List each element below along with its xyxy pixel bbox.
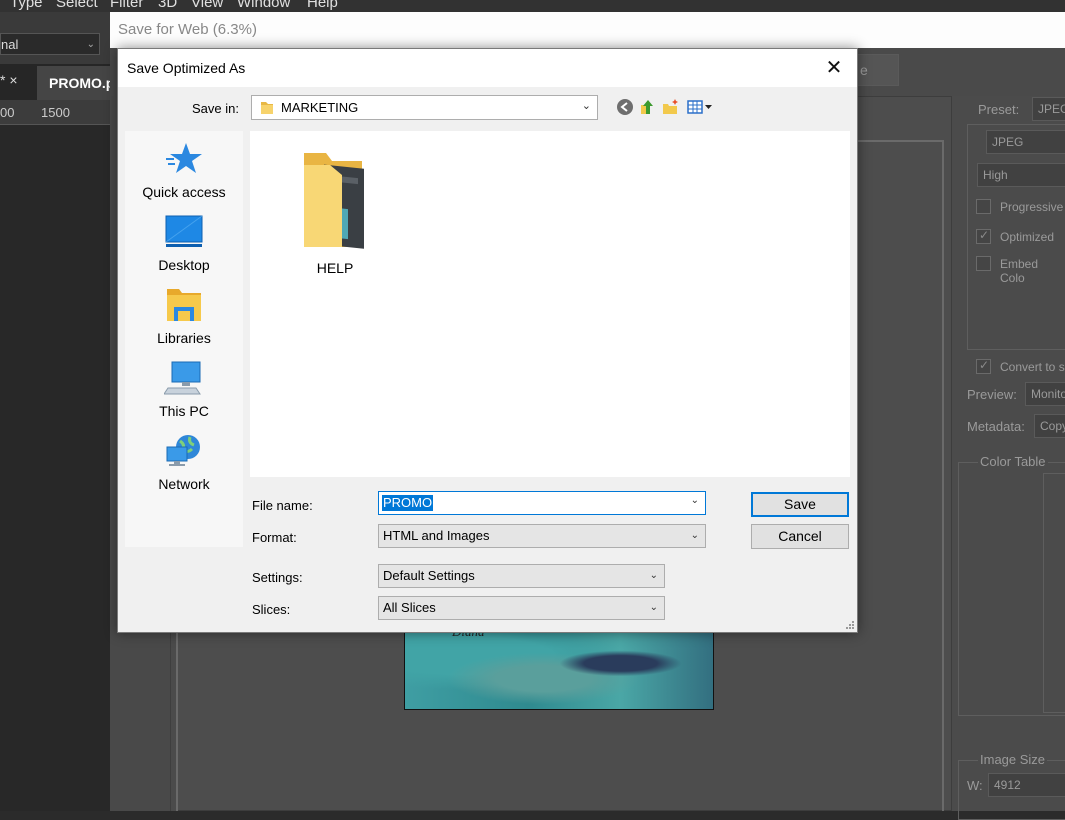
settings-select[interactable]: Default Settings ⌄ — [378, 564, 665, 588]
blend-mode-select[interactable]: nal ⌄ — [0, 33, 100, 55]
place-libraries[interactable]: Libraries — [125, 287, 243, 346]
tab-close-icon[interactable]: * × — [0, 72, 18, 88]
convert-label: Convert to s — [1000, 360, 1065, 374]
save-in-select[interactable]: MARKETING ⌄ — [251, 95, 598, 120]
blend-mode-value: nal — [1, 37, 19, 52]
save-in-label: Save in: — [192, 101, 239, 116]
place-label: This PC — [159, 403, 209, 419]
progressive-checkbox[interactable] — [976, 199, 991, 214]
file-list[interactable]: HELP — [250, 131, 850, 477]
ruler-label: 1500 — [41, 105, 70, 120]
place-network[interactable]: Network — [125, 433, 243, 492]
preview-select[interactable]: Monito — [1025, 382, 1065, 406]
optimized-label: Optimized — [1000, 230, 1055, 244]
dialog-titlebar: Save Optimized As ✕ — [118, 49, 857, 87]
preview-label: Preview: — [967, 387, 1017, 402]
preview-image — [404, 632, 714, 710]
settings-label: Settings: — [252, 570, 303, 585]
metadata-select[interactable]: Copy — [1034, 414, 1065, 438]
chevron-down-icon: ⌄ — [86, 39, 95, 50]
list-item-help-folder[interactable]: HELP — [290, 147, 380, 276]
place-label: Network — [158, 476, 210, 492]
chevron-down-icon: ⌄ — [581, 100, 591, 112]
places-bar: Quick access Desktop Libraries This PC N… — [125, 131, 243, 547]
width-field[interactable]: 4912 — [988, 773, 1065, 797]
save-in-value: MARKETING — [281, 100, 359, 115]
dialog-title: Save Optimized As — [127, 60, 246, 76]
save-button[interactable]: Save — [751, 492, 849, 517]
desktop-icon — [165, 215, 203, 247]
slices-select[interactable]: All Slices ⌄ — [378, 596, 665, 620]
menu-type[interactable]: Type — [10, 0, 43, 11]
menu-filter[interactable]: Filter — [110, 0, 143, 11]
metadata-label: Metadata: — [967, 419, 1025, 434]
menu-view[interactable]: View — [191, 0, 223, 11]
canvas-area — [0, 125, 110, 811]
image-size-label: Image Size — [978, 752, 1048, 767]
quality-select[interactable]: High — [977, 163, 1065, 187]
color-table-swatches — [1043, 473, 1065, 713]
menu-window[interactable]: Window — [237, 0, 290, 11]
menu-help[interactable]: Help — [307, 0, 338, 11]
place-label: Quick access — [142, 184, 226, 200]
slices-label: Slices: — [252, 602, 291, 617]
resize-grip-icon[interactable] — [845, 620, 855, 630]
network-icon — [166, 435, 200, 466]
folder-icon — [261, 102, 273, 114]
quick-access-star-icon — [166, 143, 202, 173]
ruler-label: 00 — [0, 105, 15, 120]
place-desktop[interactable]: Desktop — [125, 214, 243, 273]
place-this-pc[interactable]: This PC — [125, 360, 243, 419]
place-label: Libraries — [157, 330, 211, 346]
place-quick-access[interactable]: Quick access — [125, 141, 243, 200]
chevron-down-icon[interactable]: ⌄ — [691, 495, 699, 506]
progressive-label: Progressive — [1000, 200, 1064, 214]
menu-3d[interactable]: 3D — [158, 0, 177, 11]
file-name-value: PROMO — [382, 495, 434, 511]
view-menu-icon[interactable] — [686, 98, 714, 116]
embed-color-checkbox[interactable] — [976, 256, 991, 271]
file-name-label: File name: — [252, 498, 313, 513]
chevron-down-icon: ⌄ — [649, 570, 658, 581]
cancel-button[interactable]: Cancel — [751, 524, 849, 549]
preset-select[interactable]: JPEG — [1032, 97, 1065, 121]
save-for-web-title: Save for Web (6.3%) — [118, 21, 257, 38]
menu-select[interactable]: Select — [56, 0, 98, 11]
back-icon[interactable] — [616, 98, 634, 116]
up-folder-icon[interactable] — [639, 98, 657, 116]
embed-color-label: Embed Colo — [1000, 257, 1039, 285]
close-icon[interactable]: ✕ — [811, 49, 857, 87]
optimized-checkbox[interactable] — [976, 228, 991, 244]
new-folder-icon[interactable] — [662, 98, 680, 116]
color-table-label: Color Table — [978, 454, 1048, 469]
format-select[interactable]: JPEG — [986, 130, 1065, 154]
libraries-icon — [167, 289, 201, 321]
file-name-label: HELP — [316, 260, 354, 276]
convert-checkbox[interactable] — [976, 358, 991, 374]
horizontal-ruler: 00 1500 — [0, 100, 110, 125]
file-name-input[interactable]: PROMO ⌄ — [378, 491, 706, 515]
chevron-down-icon: ⌄ — [690, 530, 699, 541]
settings-value: Default Settings — [383, 568, 475, 583]
folder-icon — [304, 153, 364, 249]
format-label: Format: — [252, 530, 297, 545]
save-optimized-as-dialog: Save Optimized As ✕ Save in: MARKETING ⌄ — [117, 48, 858, 633]
toolbar-button[interactable]: e — [855, 54, 899, 86]
chevron-down-icon: ⌄ — [649, 602, 658, 613]
preset-label: Preset: — [978, 102, 1020, 117]
document-tab-promo[interactable]: PROMO.p — [37, 66, 114, 100]
optimize-settings-panel: Preset: JPEG JPEG High Progressive Optim… — [955, 96, 1065, 820]
format-select[interactable]: HTML and Images ⌄ — [378, 524, 706, 548]
photoshop-menubar: Type Select Filter 3D View Window Help — [0, 0, 1065, 12]
this-pc-icon — [163, 361, 201, 395]
save-for-web-titlebar: Save for Web (6.3%) — [110, 12, 1065, 49]
width-label: W: — [967, 778, 983, 793]
place-label: Desktop — [158, 257, 210, 273]
format-value: HTML and Images — [383, 528, 490, 543]
slices-value: All Slices — [383, 600, 436, 615]
